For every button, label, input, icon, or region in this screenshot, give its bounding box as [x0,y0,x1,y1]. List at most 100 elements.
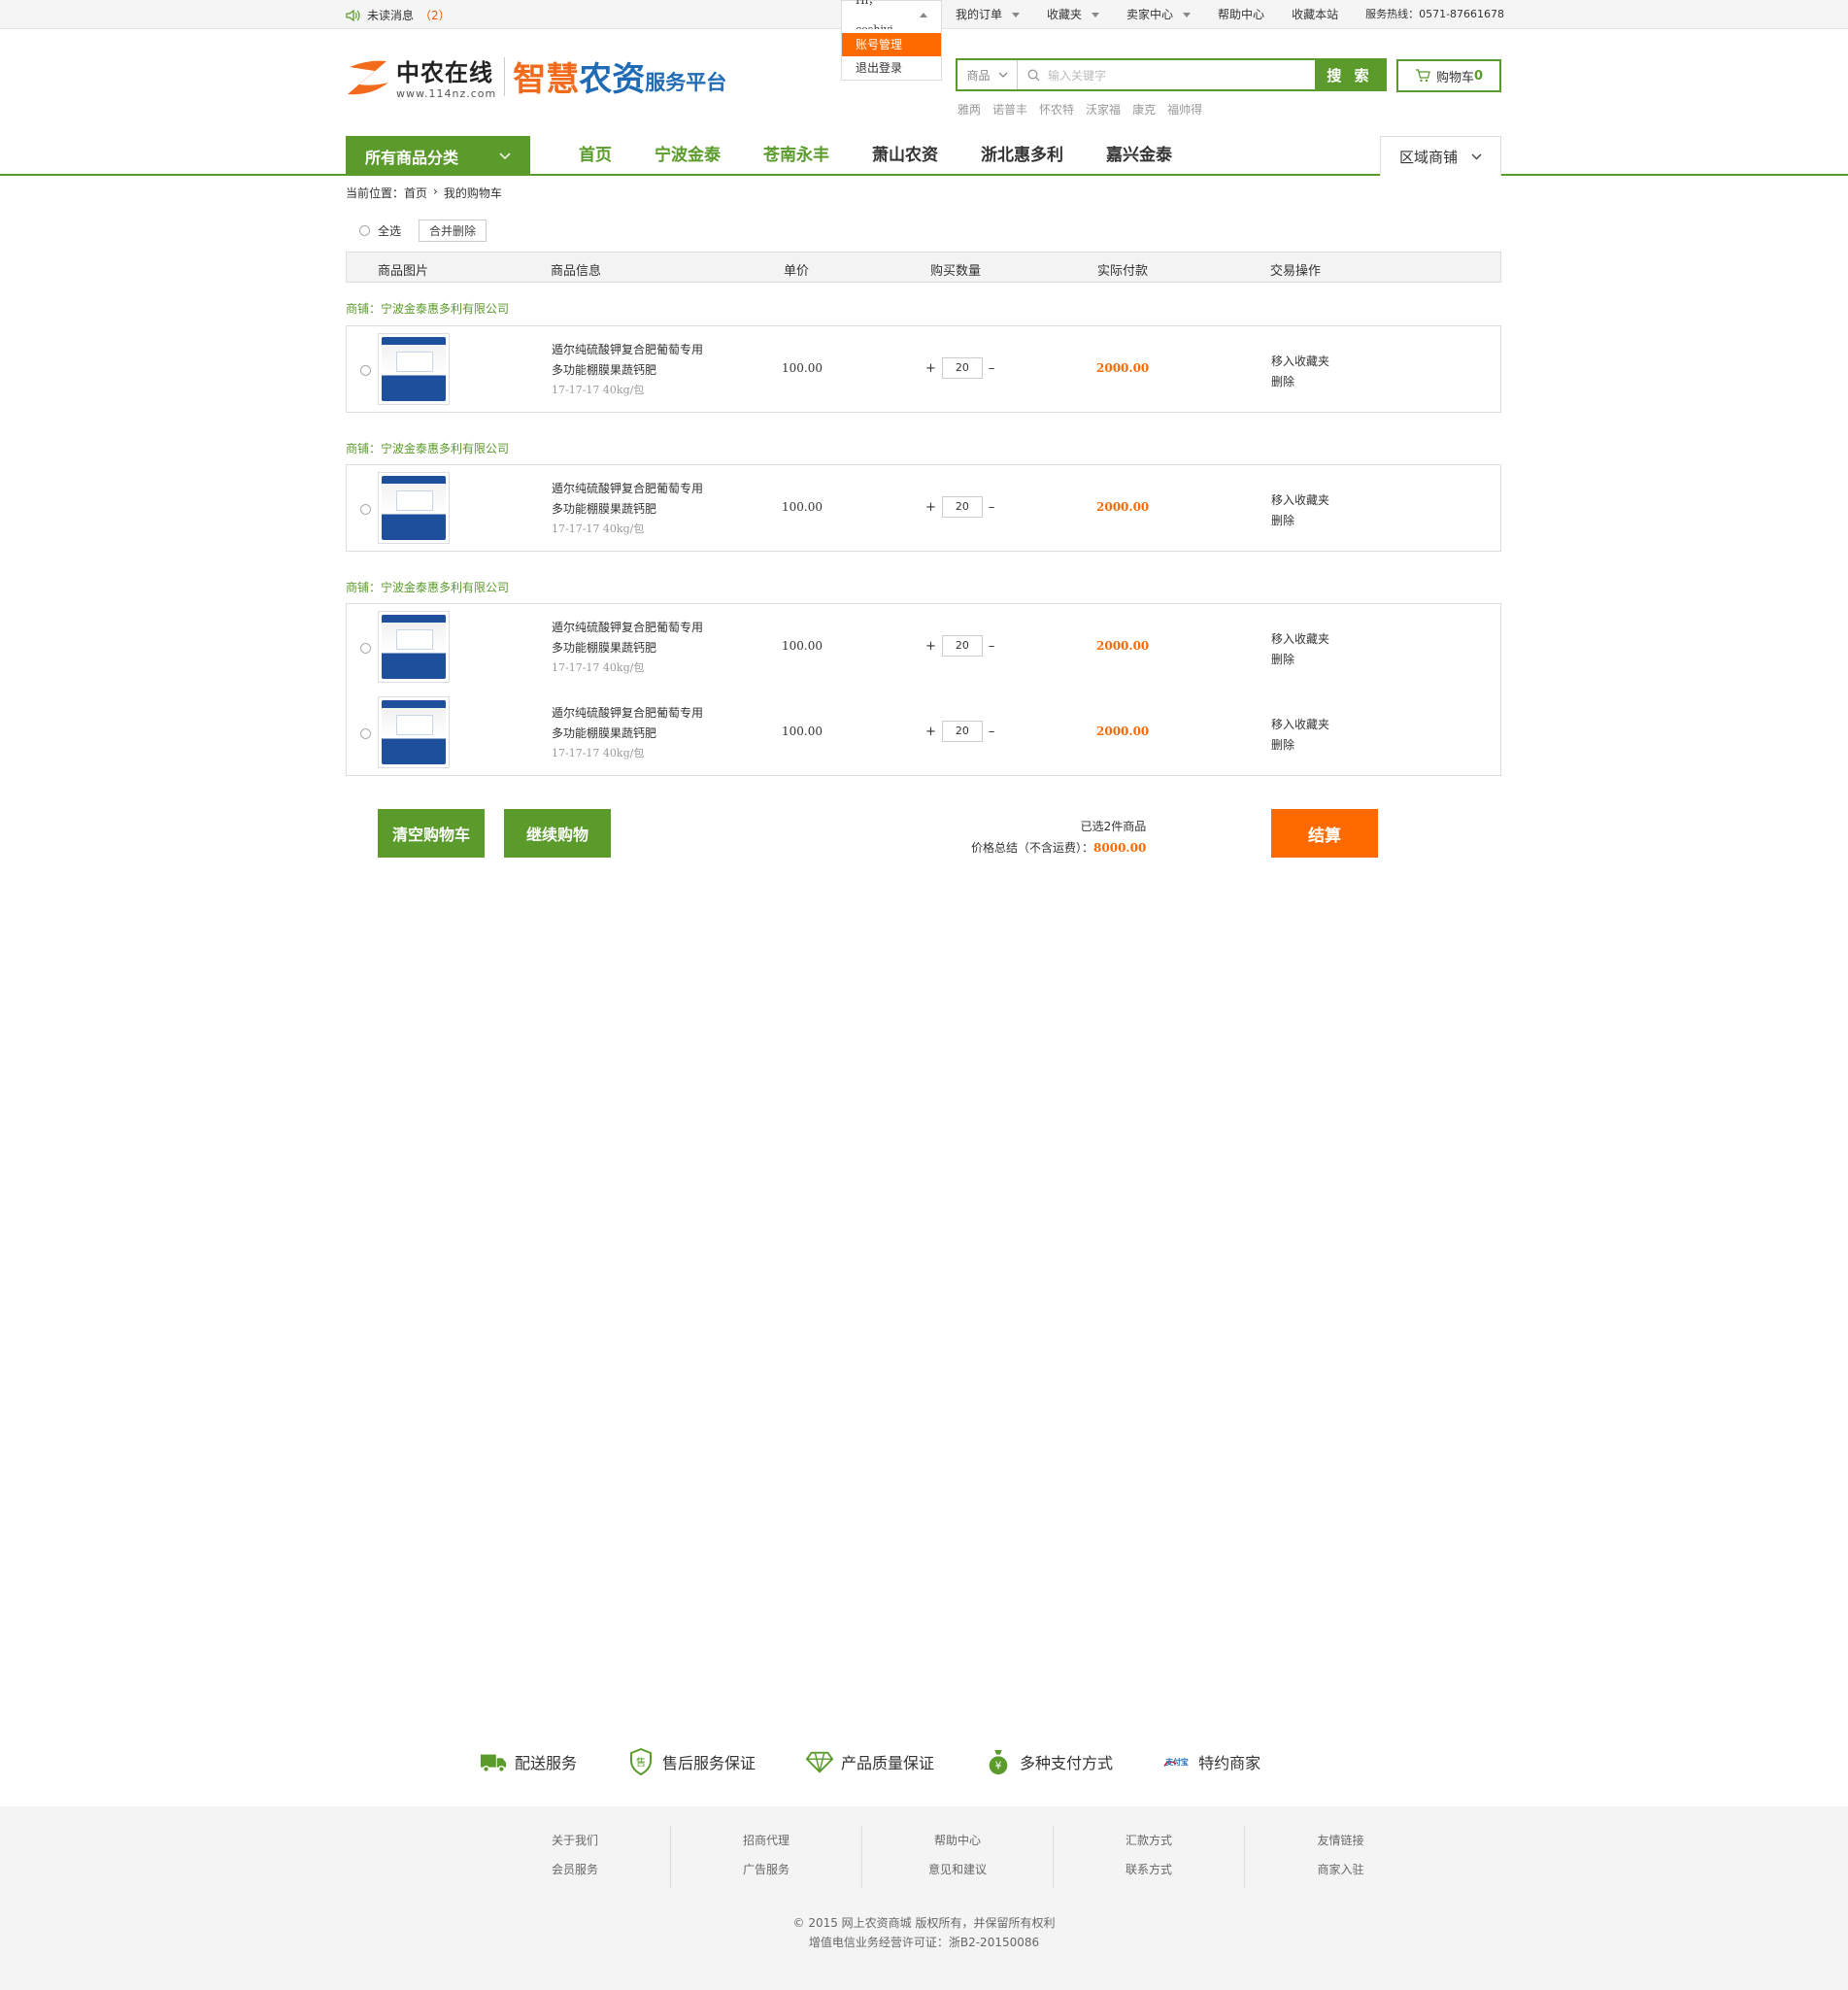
footer-link[interactable]: 帮助中心 [862,1826,1053,1855]
unread-messages[interactable]: 未读消息 （2） [346,7,451,23]
footer-link[interactable]: 商家入驻 [1245,1855,1436,1884]
service-label: 多种支付方式 [1020,1754,1114,1772]
bookmark-site-link[interactable]: 收藏本站 [1278,0,1352,29]
hot-word[interactable]: 康克 [1132,101,1156,118]
product-image[interactable] [378,472,450,544]
footer-link[interactable]: 关于我们 [480,1826,670,1855]
region-shops-button[interactable]: 区域商铺 [1380,136,1501,176]
product-image[interactable] [378,333,450,405]
cart-button[interactable]: 购物车 0 [1396,59,1501,92]
item-operations: 移入收藏夹 删除 [1271,629,1329,670]
hot-word[interactable]: 怀农特 [1039,101,1074,118]
select-all-radio[interactable] [359,225,370,236]
product-name[interactable]: 遁尔纯硫酸钾复合肥葡萄专用多功能棚膜果蔬钙肥 [552,618,707,658]
breadcrumb: 当前位置： 首页 › 我的购物车 [346,185,502,201]
hot-word[interactable]: 福帅得 [1167,101,1202,118]
search-category-select[interactable]: 商品 [958,60,1018,89]
footer-link[interactable]: 招商代理 [671,1826,861,1855]
merge-delete-button[interactable]: 合并删除 [419,219,487,242]
fertilizer-bag-icon [382,700,446,764]
move-to-favorites-link[interactable]: 移入收藏夹 [1271,352,1329,372]
hot-word[interactable]: 诺普丰 [992,101,1027,118]
move-to-favorites-link[interactable]: 移入收藏夹 [1271,490,1329,511]
product-image[interactable] [378,696,450,768]
product-spec: 17-17-17 40kg/包 [552,523,645,535]
service-after-sales: 售 售后服务保证 [627,1748,756,1775]
service-label: 特约商家 [1198,1754,1261,1772]
help-center-link[interactable]: 帮助中心 [1204,0,1278,29]
seller-center-link[interactable]: 卖家中心 [1113,0,1204,29]
item-select-radio[interactable] [360,504,371,515]
select-all-label[interactable]: 全选 [378,222,401,239]
quantity-input[interactable]: 20 [941,357,983,379]
minus-button[interactable]: – [989,725,995,739]
minus-button[interactable]: – [989,500,995,515]
product-name[interactable]: 遁尔纯硫酸钾复合肥葡萄专用多功能棚膜果蔬钙肥 [552,703,707,744]
user-menu-toggle[interactable]: Hi，ceshiyi [841,0,942,36]
footer-link[interactable]: 会员服务 [480,1855,670,1884]
item-select-radio[interactable] [360,365,371,376]
hot-word[interactable]: 雅两 [958,101,981,118]
shield-icon: 售 [630,1748,653,1775]
cart-item: 遁尔纯硫酸钾复合肥葡萄专用多功能棚膜果蔬钙肥 17-17-17 40kg/包 1… [347,326,1500,412]
nav-link-zhebei[interactable]: 浙北惠多利 [959,136,1085,176]
footer-link[interactable]: 广告服务 [671,1855,861,1884]
plus-button[interactable]: + [925,725,936,739]
checkout-button[interactable]: 结算 [1271,809,1378,858]
quantity-stepper: +20– [925,357,994,379]
service-label: 产品质量保证 [841,1754,935,1772]
search-input[interactable]: 输入关键字 [1018,60,1315,89]
footer-link[interactable]: 意见和建议 [862,1855,1053,1884]
minus-button[interactable]: – [989,639,995,654]
account-management-item[interactable]: 账号管理 [842,33,941,56]
store-name[interactable]: 商铺：宁波金泰惠多利有限公司 [346,579,509,595]
store-name[interactable]: 商铺：宁波金泰惠多利有限公司 [346,300,509,317]
item-select-radio[interactable] [360,728,371,739]
item-total: 2000.00 [1096,500,1150,514]
breadcrumb-prefix: 当前位置： [346,186,405,200]
continue-shopping-button[interactable]: 继续购物 [504,809,611,858]
store-name[interactable]: 商铺：宁波金泰惠多利有限公司 [346,440,509,456]
quantity-input[interactable]: 20 [941,635,983,657]
cart-icon [1415,69,1430,83]
nav-link-xiaoshan[interactable]: 萧山农资 [851,136,959,176]
move-to-favorites-link[interactable]: 移入收藏夹 [1271,629,1329,650]
clear-cart-button[interactable]: 清空购物车 [378,809,485,858]
plus-button[interactable]: + [925,500,936,515]
breadcrumb-home[interactable]: 首页 [404,185,427,201]
delete-link[interactable]: 删除 [1271,511,1329,531]
search-button[interactable]: 搜 索 [1315,60,1385,89]
product-name[interactable]: 遁尔纯硫酸钾复合肥葡萄专用多功能棚膜果蔬钙肥 [552,340,707,381]
footer-column: 友情链接 商家入驻 [1245,1826,1436,1888]
footer-link[interactable]: 联系方式 [1054,1855,1244,1884]
plus-button[interactable]: + [925,639,936,654]
product-image[interactable] [378,611,450,683]
nav-link-ningbo-jintai[interactable]: 宁波金泰 [633,136,742,176]
nav-link-cangnan-yongfeng[interactable]: 苍南永丰 [742,136,851,176]
top-nav: Hi，ceshiyi 我的订单 收藏夹 卖家中心 帮助中心 收藏本站 服务热线：… [841,0,1518,36]
nav-link-jiaxing[interactable]: 嘉兴金泰 [1085,136,1193,176]
footer-link[interactable]: 汇款方式 [1054,1826,1244,1855]
alipay-icon: 支付宝 [1163,1757,1189,1767]
logout-item[interactable]: 退出登录 [842,56,941,80]
quantity-input[interactable]: 20 [941,721,983,742]
speaker-icon [346,9,360,21]
help-center-label: 帮助中心 [1218,8,1265,21]
footer-link[interactable]: 友情链接 [1245,1826,1436,1855]
item-select-radio[interactable] [360,643,371,654]
hot-word[interactable]: 沃家福 [1086,101,1121,118]
quantity-input[interactable]: 20 [941,496,983,518]
delete-link[interactable]: 删除 [1271,735,1329,756]
product-name[interactable]: 遁尔纯硫酸钾复合肥葡萄专用多功能棚膜果蔬钙肥 [552,479,707,520]
nav-link-home[interactable]: 首页 [557,136,633,176]
move-to-favorites-link[interactable]: 移入收藏夹 [1271,715,1329,735]
minus-button[interactable]: – [989,361,995,376]
all-categories-button[interactable]: 所有商品分类 [346,136,530,176]
site-logo[interactable]: 中农在线 www.114nz.com 智慧 农资 服务平台 [346,52,726,100]
plus-button[interactable]: + [925,361,936,376]
delete-link[interactable]: 删除 [1271,372,1329,392]
column-header: 单价 [784,264,810,279]
favorites-link[interactable]: 收藏夹 [1033,0,1113,29]
delete-link[interactable]: 删除 [1271,650,1329,670]
my-orders-link[interactable]: 我的订单 [942,0,1033,29]
